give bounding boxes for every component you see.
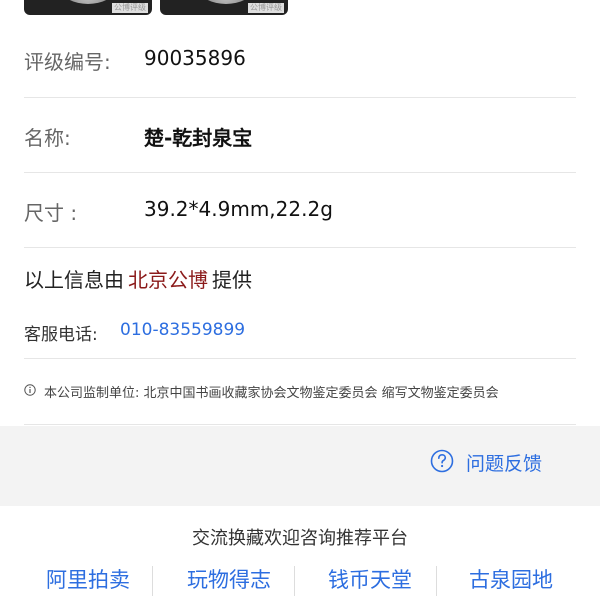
provider-suffix: 提供 xyxy=(212,268,252,292)
coin-thumbnail[interactable]: 公博评级 xyxy=(160,0,288,15)
provider-prefix: 以上信息由 xyxy=(24,268,124,292)
platform-link-wanwu[interactable]: 玩物得志 xyxy=(159,564,299,594)
info-icon xyxy=(24,384,36,396)
platform-link-qianbi[interactable]: 钱币天堂 xyxy=(300,564,440,594)
feedback-band: 问题反馈 xyxy=(0,426,600,506)
service-phone-link[interactable]: 010-83559899 xyxy=(120,320,245,340)
supervision-text: 本公司监制单位: 北京中国书画收藏家协会文物鉴定委员会 缩写文物鉴定委员会 xyxy=(44,386,499,401)
footer-title: 交流换藏欢迎咨询推荐平台 xyxy=(192,528,408,549)
feedback-button[interactable]: 问题反馈 xyxy=(430,446,560,476)
coin-thumbnails: 公博评级 公博评级 xyxy=(24,0,304,16)
name-row: 名称: 楚-乾封泉宝 xyxy=(24,98,576,173)
coin-image xyxy=(62,0,114,4)
link-divider xyxy=(436,566,437,596)
customer-service-row: 客服电话: 010-83559899 xyxy=(24,306,576,359)
thumbnail-watermark: 公博评级 xyxy=(248,3,284,13)
footer: 交流换藏欢迎咨询推荐平台 阿里拍卖 玩物得志 钱币天堂 古泉园地 xyxy=(0,506,600,600)
service-phone-label: 客服电话: xyxy=(24,325,98,345)
platform-links: 阿里拍卖 玩物得志 钱币天堂 古泉园地 xyxy=(0,564,600,604)
grade-number-row: 评级编号: 90035896 xyxy=(24,24,576,98)
link-divider xyxy=(294,566,295,596)
size-label: 尺寸 : xyxy=(24,201,78,225)
question-circle-icon xyxy=(430,449,454,473)
supervision-notice: 本公司监制单位: 北京中国书画收藏家协会文物鉴定委员会 缩写文物鉴定委员会 xyxy=(24,360,576,425)
platform-link-guquan[interactable]: 古泉园地 xyxy=(441,564,581,594)
coin-image xyxy=(200,0,252,4)
grade-number-label: 评级编号: xyxy=(24,50,111,74)
name-value: 楚-乾封泉宝 xyxy=(144,126,253,150)
provider-line: 以上信息由 北京公博 提供 xyxy=(24,264,252,293)
platform-link-ali-auction[interactable]: 阿里拍卖 xyxy=(18,564,158,594)
thumbnail-watermark: 公博评级 xyxy=(112,3,148,13)
size-row: 尺寸 : 39.2*4.9mm,22.2g xyxy=(24,173,576,248)
link-divider xyxy=(152,566,153,596)
coin-thumbnail[interactable]: 公博评级 xyxy=(24,0,152,15)
size-value: 39.2*4.9mm,22.2g xyxy=(144,197,333,221)
feedback-label: 问题反馈 xyxy=(466,453,543,475)
grade-number-value: 90035896 xyxy=(144,46,246,70)
name-label: 名称: xyxy=(24,126,71,150)
provider-org: 北京公博 xyxy=(128,268,208,292)
